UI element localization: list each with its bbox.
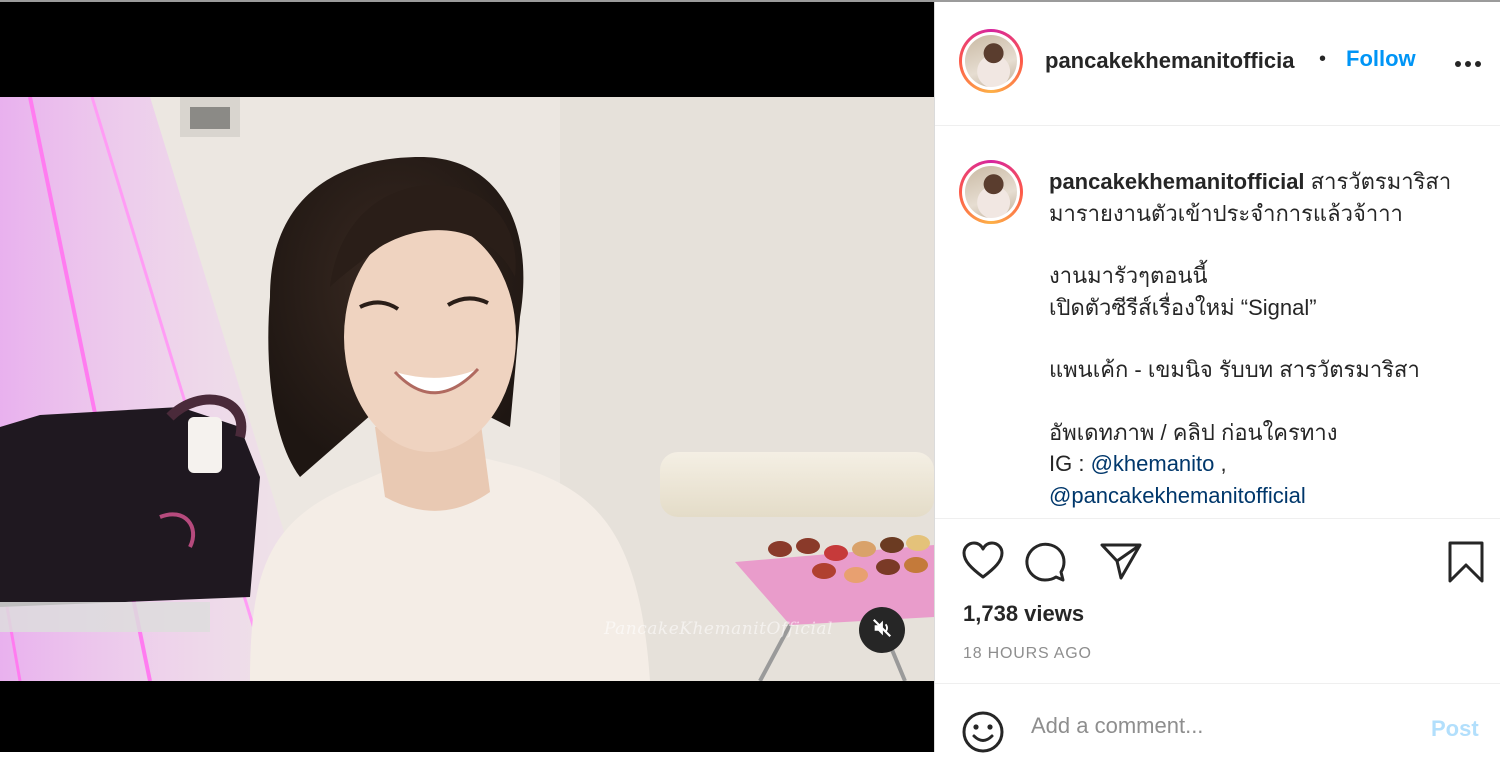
caption-line: งานมารัวๆตอนนี้ [1049,263,1208,288]
post-timestamp[interactable]: 18 HOURS AGO [963,645,1092,663]
speech-bubble-icon [1025,542,1066,582]
post-comment-button[interactable]: Post [1431,716,1479,742]
mention-link-pancakekhemanitofficial[interactable]: @pancakekhemanitofficial [1049,483,1306,508]
share-button[interactable] [1099,541,1143,586]
comment-button[interactable] [1023,541,1067,588]
caption-username-link[interactable]: pancakekhemanitofficial [1049,169,1305,194]
bookmark-icon [1448,541,1484,583]
post-header: pancakekhemanitofficia • Follow [935,0,1500,126]
media-area: PancakeKhemanitOfficial [0,0,934,752]
post-sidebar: pancakekhemanitofficia • Follow pancakek… [934,0,1500,753]
caption-line: IG : [1049,451,1091,476]
video-frame [0,97,934,681]
header-separator: • [1319,48,1327,70]
caption-line: มารายงานตัวเข้าประจำการแล้วจ้าาา [1049,200,1403,226]
caption-line: แพนเค้ก - เขมนิจ รับบท สารวัตรมาริสา [1049,357,1420,382]
mute-toggle-button[interactable] [859,607,905,653]
caption-text: pancakekhemanitofficial สารวัตรมาริสา มา… [1049,166,1489,511]
caption-line: เปิดตัวซีรีส์เรื่องใหม่ “Signal” [1049,294,1317,320]
avatar-image [965,166,1017,218]
view-count[interactable]: 1,738 views [963,601,1084,627]
like-button[interactable] [961,541,1005,586]
heart-icon [962,541,1004,579]
more-horizontal-icon [1455,61,1481,67]
comment-bar: Post [935,683,1500,753]
caption-comma: , [1214,451,1227,476]
mention-link-khemanito[interactable]: @khemanito [1091,451,1215,476]
more-options-button[interactable] [1453,52,1483,72]
action-bar: 1,738 views 18 HOURS AGO [935,518,1500,684]
post-view: PancakeKhemanitOfficial pancakekhemanito… [0,0,1500,753]
window-top-border [0,0,1500,2]
header-username-link[interactable]: pancakekhemanitofficia [1045,48,1294,74]
muted-speaker-icon [871,617,893,644]
follow-button[interactable]: Follow [1346,46,1416,72]
header-avatar[interactable] [959,29,1023,93]
video-player[interactable]: PancakeKhemanitOfficial [0,97,934,681]
paper-plane-icon [1100,543,1142,580]
caption-line: สารวัตรมาริสา [1310,169,1452,194]
caption-avatar[interactable] [959,160,1023,224]
caption-area: pancakekhemanitofficial สารวัตรมาริสา มา… [935,126,1500,518]
smiley-icon [962,711,1004,753]
video-watermark: PancakeKhemanitOfficial [604,619,833,639]
avatar-image [965,35,1017,87]
caption-line: อัพเดทภาพ / คลิป ก่อนใครทาง [1049,419,1338,445]
save-button[interactable] [1447,540,1485,589]
comment-input[interactable] [1031,713,1391,739]
